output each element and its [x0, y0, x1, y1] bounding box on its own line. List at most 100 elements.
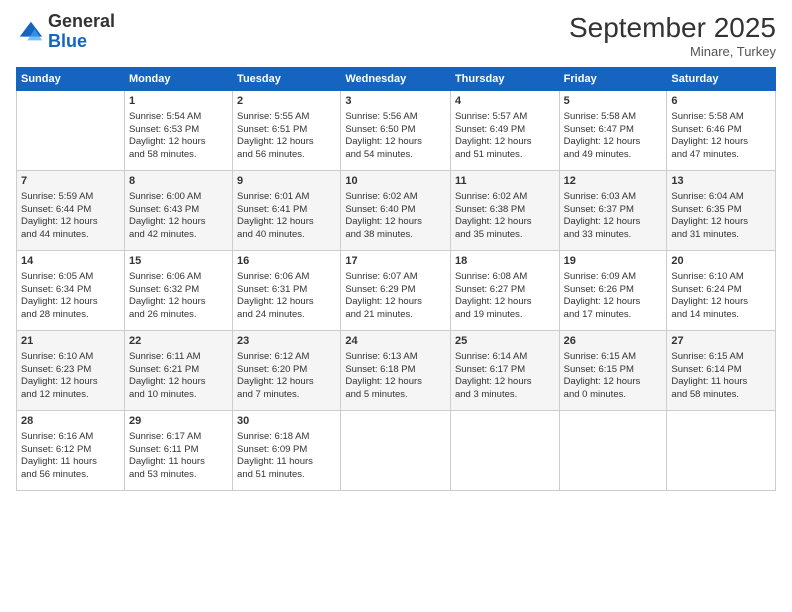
day-info: Sunrise: 5:54 AMSunset: 6:53 PMDaylight:… — [129, 111, 228, 162]
header: General Blue September 2025 Minare, Turk… — [16, 12, 776, 59]
calendar-header-row: Sunday Monday Tuesday Wednesday Thursday… — [17, 68, 776, 91]
table-row — [559, 411, 667, 491]
day-number: 18 — [455, 254, 555, 269]
table-row: 5 Sunrise: 5:58 AMSunset: 6:47 PMDaylight… — [559, 91, 667, 171]
day-info: Sunrise: 6:03 AMSunset: 6:37 PMDaylight:… — [564, 191, 663, 242]
table-row: 27 Sunrise: 6:15 AMSunset: 6:14 PMDayligh… — [667, 331, 776, 411]
table-row: 19 Sunrise: 6:09 AMSunset: 6:26 PMDayligh… — [559, 251, 667, 331]
table-row: 14 Sunrise: 6:05 AMSunset: 6:34 PMDayligh… — [17, 251, 125, 331]
table-row: 9Sunrise: 6:01 AMSunset: 6:41 PMDaylight… — [233, 171, 341, 251]
day-number: 19 — [564, 254, 663, 269]
title-block: September 2025 Minare, Turkey — [569, 12, 776, 59]
day-number: 21 — [21, 334, 120, 349]
day-number: 4 — [455, 94, 555, 109]
day-number: 20 — [671, 254, 771, 269]
day-number: 10 — [345, 174, 446, 189]
table-row: 23 Sunrise: 6:12 AMSunset: 6:20 PMDayligh… — [233, 331, 341, 411]
day-number: 12 — [564, 174, 663, 189]
day-info: Sunrise: 5:58 AMSunset: 6:46 PMDaylight:… — [671, 111, 771, 162]
calendar-week-row: 21 Sunrise: 6:10 AMSunset: 6:23 PMDayligh… — [17, 331, 776, 411]
col-friday: Friday — [559, 68, 667, 91]
day-info: Sunrise: 6:14 AMSunset: 6:17 PMDaylight:… — [455, 351, 555, 402]
table-row: 24Sunrise: 6:13 AMSunset: 6:18 PMDayligh… — [341, 331, 451, 411]
table-row: 29Sunrise: 6:17 AMSunset: 6:11 PMDayligh… — [124, 411, 232, 491]
day-number: 7 — [21, 174, 120, 189]
day-info: Sunrise: 6:08 AMSunset: 6:27 PMDaylight:… — [455, 271, 555, 322]
table-row: 1 Sunrise: 5:54 AMSunset: 6:53 PMDaylight… — [124, 91, 232, 171]
day-info: Sunrise: 6:05 AMSunset: 6:34 PMDaylight:… — [21, 271, 120, 322]
table-row: 11 Sunrise: 6:02 AMSunset: 6:38 PMDayligh… — [450, 171, 559, 251]
day-info: Sunrise: 5:57 AMSunset: 6:49 PMDaylight:… — [455, 111, 555, 162]
calendar-table: Sunday Monday Tuesday Wednesday Thursday… — [16, 67, 776, 491]
col-sunday: Sunday — [17, 68, 125, 91]
day-info: Sunrise: 6:02 AMSunset: 6:38 PMDaylight:… — [455, 191, 555, 242]
day-number: 8 — [129, 174, 228, 189]
day-info: Sunrise: 6:11 AMSunset: 6:21 PMDaylight:… — [129, 351, 228, 402]
day-info: Sunrise: 6:06 AMSunset: 6:32 PMDaylight:… — [129, 271, 228, 322]
day-number: 6 — [671, 94, 771, 109]
table-row: 22 Sunrise: 6:11 AMSunset: 6:21 PMDayligh… — [124, 331, 232, 411]
day-number: 17 — [345, 254, 446, 269]
day-number: 28 — [21, 414, 120, 429]
day-number: 15 — [129, 254, 228, 269]
table-row: 7 Sunrise: 5:59 AMSunset: 6:44 PMDaylight… — [17, 171, 125, 251]
day-number: 3 — [345, 94, 446, 109]
day-number: 26 — [564, 334, 663, 349]
day-info: Sunrise: 5:55 AMSunset: 6:51 PMDaylight:… — [237, 111, 336, 162]
col-thursday: Thursday — [450, 68, 559, 91]
day-info: Sunrise: 5:59 AMSunset: 6:44 PMDaylight:… — [21, 191, 120, 242]
col-wednesday: Wednesday — [341, 68, 451, 91]
col-saturday: Saturday — [667, 68, 776, 91]
day-number: 5 — [564, 94, 663, 109]
location: Minare, Turkey — [569, 44, 776, 59]
day-number: 23 — [237, 334, 336, 349]
day-number: 30 — [237, 414, 336, 429]
day-info: Sunrise: 6:12 AMSunset: 6:20 PMDaylight:… — [237, 351, 336, 402]
day-info: Sunrise: 6:16 AMSunset: 6:12 PMDaylight:… — [21, 431, 120, 482]
page: General Blue September 2025 Minare, Turk… — [0, 0, 792, 612]
col-tuesday: Tuesday — [233, 68, 341, 91]
day-info: Sunrise: 6:09 AMSunset: 6:26 PMDaylight:… — [564, 271, 663, 322]
table-row: 8 Sunrise: 6:00 AMSunset: 6:43 PMDaylight… — [124, 171, 232, 251]
day-info: Sunrise: 6:15 AMSunset: 6:14 PMDaylight:… — [671, 351, 771, 402]
day-number: 16 — [237, 254, 336, 269]
day-info: Sunrise: 6:10 AMSunset: 6:24 PMDaylight:… — [671, 271, 771, 322]
col-monday: Monday — [124, 68, 232, 91]
logo: General Blue — [16, 12, 115, 52]
logo-icon — [16, 18, 44, 46]
day-info: Sunrise: 6:17 AMSunset: 6:11 PMDaylight:… — [129, 431, 228, 482]
day-info: Sunrise: 6:07 AMSunset: 6:29 PMDaylight:… — [345, 271, 446, 322]
table-row: 25 Sunrise: 6:14 AMSunset: 6:17 PMDayligh… — [450, 331, 559, 411]
day-info: Sunrise: 6:02 AMSunset: 6:40 PMDaylight:… — [345, 191, 446, 242]
calendar-week-row: 28 Sunrise: 6:16 AMSunset: 6:12 PMDayligh… — [17, 411, 776, 491]
table-row — [667, 411, 776, 491]
table-row: 2 Sunrise: 5:55 AMSunset: 6:51 PMDaylight… — [233, 91, 341, 171]
table-row: 12 Sunrise: 6:03 AMSunset: 6:37 PMDayligh… — [559, 171, 667, 251]
day-info: Sunrise: 6:00 AMSunset: 6:43 PMDaylight:… — [129, 191, 228, 242]
table-row: 15 Sunrise: 6:06 AMSunset: 6:32 PMDayligh… — [124, 251, 232, 331]
day-info: Sunrise: 6:10 AMSunset: 6:23 PMDaylight:… — [21, 351, 120, 402]
day-info: Sunrise: 5:58 AMSunset: 6:47 PMDaylight:… — [564, 111, 663, 162]
day-number: 22 — [129, 334, 228, 349]
day-number: 2 — [237, 94, 336, 109]
day-info: Sunrise: 6:04 AMSunset: 6:35 PMDaylight:… — [671, 191, 771, 242]
table-row: 26Sunrise: 6:15 AMSunset: 6:15 PMDayligh… — [559, 331, 667, 411]
table-row: 10 Sunrise: 6:02 AMSunset: 6:40 PMDayligh… — [341, 171, 451, 251]
day-number: 14 — [21, 254, 120, 269]
table-row: 17 Sunrise: 6:07 AMSunset: 6:29 PMDayligh… — [341, 251, 451, 331]
table-row: 13 Sunrise: 6:04 AMSunset: 6:35 PMDayligh… — [667, 171, 776, 251]
day-number: 27 — [671, 334, 771, 349]
calendar-week-row: 1 Sunrise: 5:54 AMSunset: 6:53 PMDaylight… — [17, 91, 776, 171]
day-number: 25 — [455, 334, 555, 349]
day-number: 9 — [237, 174, 336, 189]
day-number: 1 — [129, 94, 228, 109]
day-info: Sunrise: 6:18 AMSunset: 6:09 PMDaylight:… — [237, 431, 336, 482]
day-info: Sunrise: 6:06 AMSunset: 6:31 PMDaylight:… — [237, 271, 336, 322]
day-number: 11 — [455, 174, 555, 189]
table-row: 20 Sunrise: 6:10 AMSunset: 6:24 PMDayligh… — [667, 251, 776, 331]
table-row: 21 Sunrise: 6:10 AMSunset: 6:23 PMDayligh… — [17, 331, 125, 411]
table-row — [17, 91, 125, 171]
day-number: 13 — [671, 174, 771, 189]
table-row: 30 Sunrise: 6:18 AMSunset: 6:09 PMDayligh… — [233, 411, 341, 491]
day-info: Sunrise: 6:13 AMSunset: 6:18 PMDaylight:… — [345, 351, 446, 402]
